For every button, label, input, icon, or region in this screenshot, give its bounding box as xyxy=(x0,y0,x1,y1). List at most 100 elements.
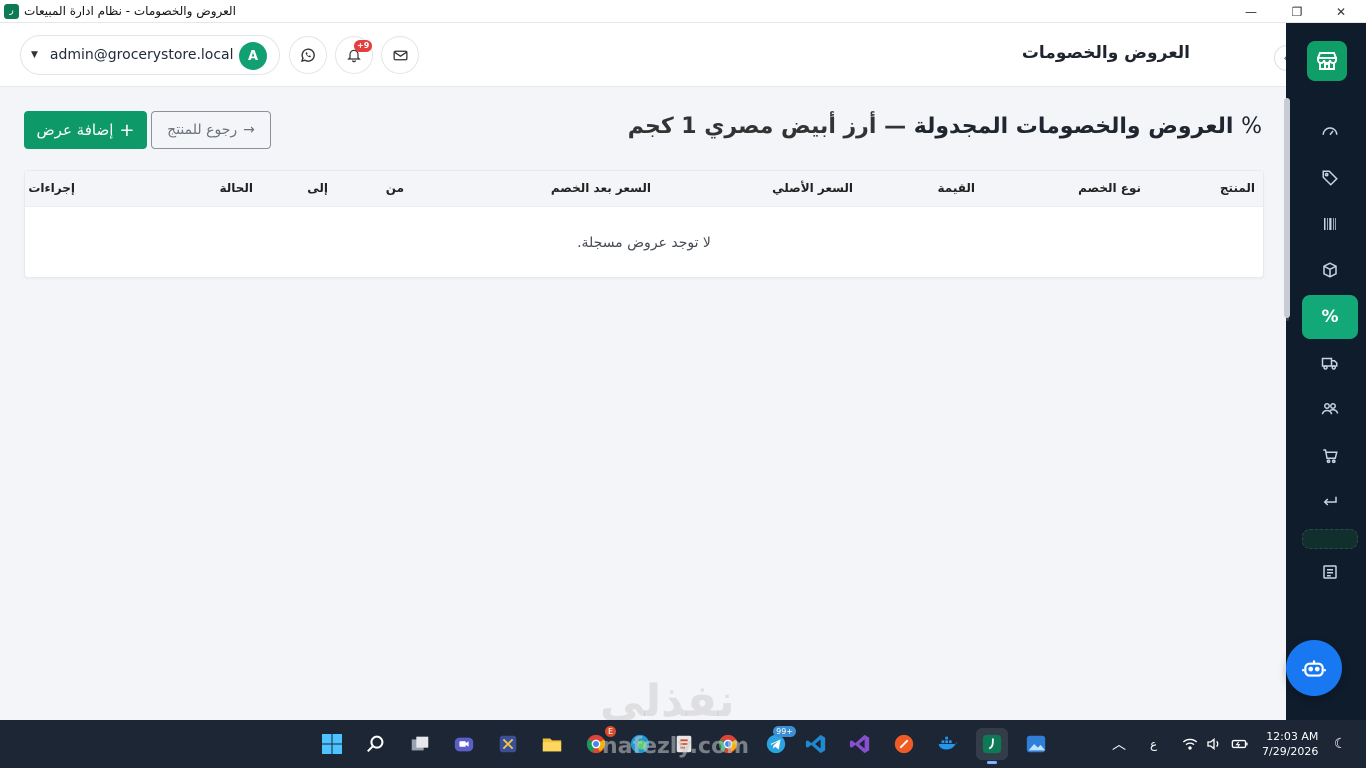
store-logo-icon[interactable] xyxy=(1307,41,1347,81)
language-indicator[interactable]: ع xyxy=(1150,720,1157,768)
taskbar-meet[interactable] xyxy=(448,728,480,760)
content-heading: % العروض والخصومات المجدولة — أرز أبيض م… xyxy=(628,114,1262,139)
th-actions: إجراءات xyxy=(28,181,75,195)
sidebar: % xyxy=(1286,23,1366,720)
photos-icon xyxy=(1026,735,1046,753)
folder-icon xyxy=(542,738,562,752)
messages-button[interactable] xyxy=(381,36,419,74)
taskbar-sales-app[interactable] xyxy=(976,728,1008,764)
watermark-latin: nafezly.com xyxy=(602,734,750,759)
notifications-badge: +9 xyxy=(354,40,373,52)
task-view-icon xyxy=(411,736,429,751)
tags-icon xyxy=(1322,170,1338,186)
top-header: العروض والخصومات ▼ admin@grocerystore.lo… xyxy=(0,23,1288,87)
minimize-button[interactable]: — xyxy=(1228,0,1274,23)
taskbar-explorer[interactable] xyxy=(536,728,568,760)
user-menu[interactable]: ▼ admin@grocerystore.local A xyxy=(20,35,280,75)
sidebar-item-dashboard[interactable] xyxy=(1302,109,1358,153)
add-offer-label: إضافة عرض xyxy=(36,121,114,139)
taskbar-snipping[interactable] xyxy=(492,728,524,760)
empty-state-message: لا توجد عروض مسجلة. xyxy=(577,235,711,251)
snipping-tool-icon xyxy=(499,735,517,753)
offers-table: المنتج نوع الخصم القيمة السعر الأصلي الس… xyxy=(24,170,1264,278)
restore-button[interactable]: ❐ xyxy=(1274,0,1320,23)
caret-down-icon: ▼ xyxy=(31,50,38,60)
chatbot-button[interactable] xyxy=(1286,640,1342,696)
window-title: العروض والخصومات - نظام ادارة المبيعات xyxy=(24,4,236,18)
tray-overflow-button[interactable]: ︿ xyxy=(1112,720,1126,768)
task-view[interactable] xyxy=(404,728,436,760)
taskbar-telegram[interactable]: 99+ xyxy=(760,726,796,760)
th-discount-type: نوع الخصم xyxy=(1078,181,1141,195)
taskbar-photos[interactable] xyxy=(1020,728,1052,760)
heading-product: أرز أبيض مصري 1 كجم xyxy=(627,114,877,139)
user-email: admin@grocerystore.local xyxy=(49,47,234,63)
return-arrow-icon xyxy=(1323,496,1337,506)
volume-status[interactable] xyxy=(1206,720,1222,768)
wifi-status[interactable] xyxy=(1182,720,1198,768)
whatsapp-button[interactable] xyxy=(289,36,327,74)
sidebar-item-reports[interactable] xyxy=(1302,550,1358,594)
content-scrollbar[interactable] xyxy=(1284,98,1290,318)
th-discounted-price: السعر بعد الخصم xyxy=(550,181,651,195)
th-value: القيمة xyxy=(937,181,975,195)
dashboard-gauge-icon xyxy=(1322,127,1338,136)
start-button[interactable] xyxy=(316,728,348,760)
sidebar-item-placeholder[interactable] xyxy=(1302,529,1358,549)
truck-icon xyxy=(1321,357,1338,370)
moon-icon: ☾ xyxy=(1334,736,1347,752)
add-offer-button[interactable]: + إضافة عرض xyxy=(24,111,147,149)
close-button[interactable]: ✕ xyxy=(1318,0,1364,23)
windows-start-icon xyxy=(322,734,342,754)
heading-main: العروض والخصومات المجدولة xyxy=(913,114,1234,139)
app-logo-icon: ر xyxy=(4,4,19,19)
sidebar-item-products[interactable] xyxy=(1302,248,1358,292)
vscode-icon xyxy=(805,734,826,754)
back-to-product-button[interactable]: → رجوع للمنتج xyxy=(151,111,271,149)
window-titlebar: ر العروض والخصومات - نظام ادارة المبيعات… xyxy=(0,0,1366,23)
barcode-icon xyxy=(1324,218,1336,230)
wifi-icon xyxy=(1182,738,1198,750)
back-label: رجوع للمنتج xyxy=(167,122,238,138)
taskbar-docker[interactable] xyxy=(932,728,964,760)
plus-icon: + xyxy=(119,119,135,141)
video-call-icon xyxy=(454,737,474,752)
taskbar-search[interactable] xyxy=(360,728,392,760)
percent-heading-icon: % xyxy=(1241,114,1262,139)
report-icon xyxy=(1323,565,1337,579)
taskbar-visual-studio[interactable] xyxy=(844,728,876,760)
users-icon xyxy=(1321,403,1339,415)
active-app-indicator xyxy=(987,761,997,764)
th-original-price: السعر الأصلي xyxy=(772,181,853,195)
postman-icon xyxy=(894,734,914,754)
sidebar-item-customers[interactable] xyxy=(1302,387,1358,431)
notification-center-button[interactable]: ☾ xyxy=(1334,720,1347,768)
notifications-button[interactable]: +9 xyxy=(335,36,373,74)
sidebar-item-barcode[interactable] xyxy=(1302,202,1358,246)
language-label: ع xyxy=(1150,737,1158,751)
arrow-right-icon: → xyxy=(243,122,255,138)
chevron-up-icon: ︿ xyxy=(1112,737,1126,753)
battery-status[interactable] xyxy=(1231,720,1249,768)
search-icon xyxy=(367,735,384,753)
visual-studio-icon xyxy=(849,734,870,754)
box-icon xyxy=(1323,262,1337,278)
sidebar-item-tags[interactable] xyxy=(1302,156,1358,200)
system-clock[interactable]: 12:03 AM 7/29/2026 xyxy=(1262,729,1318,759)
whatsapp-icon xyxy=(300,48,315,62)
percent-icon: % xyxy=(1321,307,1339,327)
sidebar-item-sales[interactable] xyxy=(1302,434,1358,478)
sidebar-item-offers[interactable]: % xyxy=(1302,295,1358,339)
telegram-badge: 99+ xyxy=(773,726,796,737)
th-from: من xyxy=(385,181,404,195)
clock-time: 12:03 AM xyxy=(1266,730,1319,743)
battery-charging-icon xyxy=(1231,739,1248,749)
sidebar-item-delivery[interactable] xyxy=(1302,341,1358,385)
th-to: إلى xyxy=(307,181,328,195)
taskbar-vscode[interactable] xyxy=(800,728,832,760)
taskbar-postman[interactable] xyxy=(888,728,920,760)
speaker-icon xyxy=(1207,737,1219,751)
th-product: المنتج xyxy=(1219,181,1255,195)
table-header: المنتج نوع الخصم القيمة السعر الأصلي الس… xyxy=(25,171,1263,207)
sidebar-item-returns[interactable] xyxy=(1302,480,1358,524)
